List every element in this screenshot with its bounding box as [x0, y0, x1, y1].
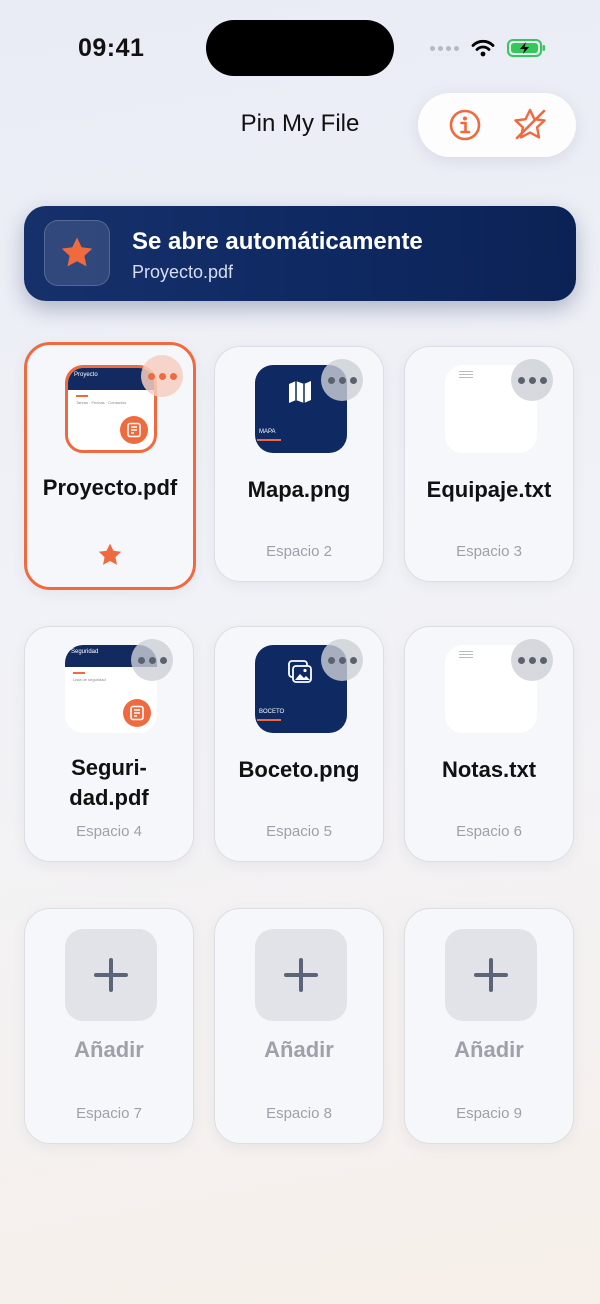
map-icon: [289, 381, 311, 403]
more-options-button[interactable]: [141, 355, 183, 397]
add-label: Añadir: [454, 1037, 524, 1062]
file-slot-3[interactable]: Equipaje.txt Espacio 3: [404, 346, 574, 582]
more-options-button[interactable]: [321, 359, 363, 401]
file-name-line1: Seguri-: [71, 755, 147, 780]
file-slot-2[interactable]: MAPA Mapa.png Espacio 2: [214, 346, 384, 582]
add-file-button[interactable]: [445, 929, 537, 1021]
empty-slot-9[interactable]: Añadir Espacio 9: [404, 908, 574, 1144]
file-slot-4[interactable]: Seguridad Lista de seguridad Seguri- dad…: [24, 626, 194, 862]
thumb-text: Tareas · Fechas · Contactos: [76, 400, 127, 405]
add-file-button[interactable]: [65, 929, 157, 1021]
photo-icon: [288, 660, 312, 683]
file-name: Mapa.png: [247, 477, 351, 502]
slot-label: Espacio 3: [456, 543, 522, 560]
plus-icon: [284, 958, 318, 992]
banner-subtitle: Proyecto.pdf: [132, 262, 234, 282]
status-time: 09:41: [78, 34, 145, 62]
status-bar: 09:41: [0, 0, 600, 96]
file-name: Equipaje.txt: [426, 477, 552, 502]
dynamic-island: [206, 20, 394, 76]
battery-icon: [507, 39, 545, 57]
pdf-badge-icon: [123, 699, 151, 727]
wifi-icon: [471, 39, 495, 57]
slot-label: Espacio 2: [266, 543, 332, 560]
empty-slot-7[interactable]: Añadir Espacio 7: [24, 908, 194, 1144]
more-options-button[interactable]: [511, 639, 553, 681]
more-options-button[interactable]: [511, 359, 553, 401]
header-actions: [418, 93, 576, 157]
slot-label: Espacio 8: [266, 1105, 332, 1122]
banner-title: Se abre automáticamente: [132, 228, 423, 255]
file-name-line2: dad.pdf: [69, 785, 149, 810]
file-name: Boceto.png: [238, 757, 360, 782]
file-name: Proyecto.pdf: [42, 475, 178, 500]
auto-open-banner[interactable]: Se abre automáticamente Proyecto.pdf: [24, 206, 576, 301]
banner-icon-box: [44, 220, 110, 286]
add-file-button[interactable]: [255, 929, 347, 1021]
file-name: Seguri- dad.pdf: [25, 753, 193, 813]
star-icon: [61, 237, 93, 267]
plus-icon: [474, 958, 508, 992]
thumb-label: BOCETO: [259, 709, 285, 715]
slot-label: Espacio 7: [76, 1105, 142, 1122]
star-slash-icon: [513, 108, 546, 140]
slot-label: Espacio 4: [76, 823, 142, 840]
cellular-signal-icon: [430, 45, 459, 51]
empty-slot-8[interactable]: Añadir Espacio 8: [214, 908, 384, 1144]
pinned-star-icon: [27, 541, 193, 569]
status-icons: [430, 36, 547, 60]
add-label: Añadir: [264, 1037, 334, 1062]
file-slot-5[interactable]: BOCETO Boceto.png Espacio 5: [214, 626, 384, 862]
file-name: Notas.txt: [441, 757, 537, 782]
file-slot-6[interactable]: Notas.txt Espacio 6: [404, 626, 574, 862]
unpin-button[interactable]: [508, 103, 552, 147]
more-options-button[interactable]: [131, 639, 173, 681]
slot-label: Espacio 5: [266, 823, 332, 840]
thumb-label: MAPA: [259, 429, 276, 435]
file-slot-1[interactable]: Proyecto Tareas · Fechas · Contactos Pro…: [24, 342, 196, 590]
pdf-badge-icon: [120, 416, 148, 444]
plus-icon: [94, 958, 128, 992]
more-options-button[interactable]: [321, 639, 363, 681]
info-button[interactable]: [443, 103, 487, 147]
slot-label: Espacio 9: [456, 1105, 522, 1122]
add-label: Añadir: [74, 1037, 144, 1062]
slot-label: Espacio 6: [456, 823, 522, 840]
info-icon: [449, 109, 480, 141]
